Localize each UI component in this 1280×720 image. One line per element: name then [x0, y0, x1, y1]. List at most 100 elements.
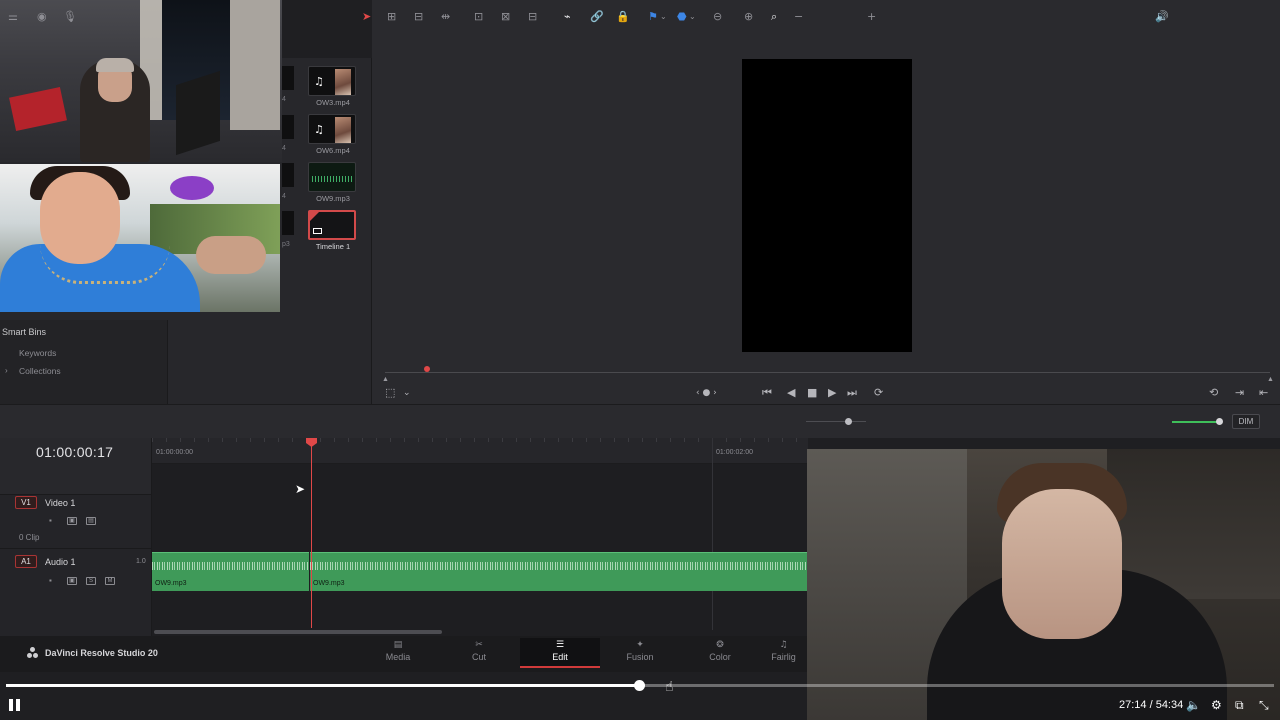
tab-edit[interactable]: ☰ Edit	[520, 638, 600, 668]
match-frame-icon[interactable]: ⟲	[1209, 386, 1218, 400]
audio-clip[interactable]: OW9.mp3	[310, 552, 808, 591]
media-clip[interactable]: OW9.mp3	[308, 162, 358, 203]
play-icon[interactable]: ▶	[828, 386, 836, 400]
timeline-scrollbar[interactable]	[154, 630, 442, 634]
link-icon[interactable]: 🔗	[590, 10, 604, 24]
chevron-down-icon[interactable]: ⌄	[689, 10, 696, 24]
audio-clip[interactable]: OW9.mp3	[152, 552, 309, 591]
tab-media[interactable]: ▤ Media	[358, 638, 438, 668]
clip-name: Timeline 1	[315, 242, 351, 251]
smart-bin-collections[interactable]: Collections	[19, 366, 61, 376]
settings-icon[interactable]: ⚙	[1211, 697, 1222, 713]
fusion-page-icon: ✦	[636, 640, 644, 650]
player-time-display: 27:14 / 54:34	[1119, 699, 1184, 711]
monitor-volume-slider[interactable]	[1172, 421, 1219, 423]
zoom-in-icon[interactable]: +	[867, 10, 876, 24]
microphone-icon[interactable]: 🎙	[63, 10, 77, 24]
track-header-empty	[0, 594, 152, 636]
jump-start-icon[interactable]: ⏮	[762, 386, 772, 400]
dynamic-trim-icon[interactable]: ⊟	[414, 10, 423, 24]
clip-thumbnail	[308, 210, 356, 240]
zoom-slider[interactable]	[806, 421, 866, 422]
clip-name: OW3.mp4	[316, 98, 350, 107]
loop-icon[interactable]: ⟳	[874, 386, 883, 400]
volume-icon[interactable]: 🔈	[1186, 697, 1201, 713]
next-edit-icon[interactable]: ⇥	[1235, 386, 1244, 400]
tab-fairlight[interactable]: ♫ Fairlig	[760, 638, 807, 668]
smart-bin-keywords[interactable]: Keywords	[19, 348, 56, 358]
insert-clip-icon[interactable]: ⊡	[474, 10, 483, 24]
color-page-icon: ❂	[716, 640, 724, 650]
prev-edit-icon[interactable]: ⇤	[1259, 386, 1268, 400]
blade-tool-icon[interactable]: ⇹	[441, 10, 450, 24]
timeline-tracks-area[interactable]	[152, 464, 808, 636]
media-clip[interactable]: ♫ OW3.mp4	[308, 66, 358, 107]
track-header-audio-1: A1 Audio 1 1.0 ▪ ▣ S M	[0, 548, 152, 594]
track-visibility-icon[interactable]: ▤	[86, 517, 96, 525]
clip-thumbnail-partial[interactable]	[282, 115, 294, 139]
step-back-icon[interactable]: ◀	[787, 386, 795, 400]
volume-icon[interactable]: 🔊	[1155, 10, 1169, 24]
clip-thumbnail	[308, 162, 356, 192]
zoom-out-icon[interactable]: −	[794, 10, 803, 24]
snapping-icon[interactable]: ⌁	[564, 10, 571, 24]
lock-track-icon[interactable]: ▪	[49, 516, 52, 525]
viewer-nav-dots[interactable]: ‹ ● ›	[696, 386, 717, 400]
waveform-icon	[312, 176, 352, 182]
tab-cut[interactable]: ✂ Cut	[439, 638, 519, 668]
video-progress-knob[interactable]	[633, 680, 645, 691]
clip-thumbnail-partial[interactable]	[282, 211, 294, 235]
viewer-scrubber[interactable]	[385, 372, 1270, 373]
overwrite-clip-icon[interactable]: ⊠	[501, 10, 510, 24]
dim-button[interactable]: DIM	[1232, 414, 1260, 429]
monitor-volume-knob[interactable]	[1215, 418, 1223, 425]
jump-end-icon[interactable]: ⏭	[847, 386, 857, 400]
timeline-ruler[interactable]	[152, 438, 808, 464]
track-badge-a1[interactable]: A1	[15, 555, 37, 568]
mouse-cursor-icon: ➤	[295, 482, 306, 496]
track-level: 1.0	[136, 558, 146, 565]
media-clip[interactable]: ♫ OW6.mp4	[308, 114, 358, 155]
lock-track-icon[interactable]: ▪	[49, 576, 52, 585]
layout-icon[interactable]: ⚌	[8, 10, 18, 24]
clip-thumbnail-partial[interactable]	[282, 66, 294, 90]
tab-color[interactable]: ❂ Color	[680, 638, 760, 668]
timeline-icon	[313, 228, 322, 234]
music-note-icon: ♫	[314, 75, 324, 88]
crop-dropdown-icon[interactable]: ⌄	[403, 386, 411, 400]
tab-label: Cut	[471, 652, 486, 662]
viewer-canvas[interactable]	[742, 59, 912, 352]
pause-button[interactable]	[9, 699, 21, 711]
auto-select-icon[interactable]: ▣	[67, 517, 77, 525]
zoom-detail-icon[interactable]: ⊕	[744, 10, 753, 24]
zoom-full-icon[interactable]: ⊖	[713, 10, 722, 24]
ruler-gridline	[712, 438, 713, 630]
timeline-playhead[interactable]	[311, 442, 312, 628]
solo-button[interactable]: S	[86, 577, 96, 585]
media-clip[interactable]: Timeline 1	[308, 210, 358, 251]
crop-icon[interactable]: ⬚	[385, 386, 395, 400]
zoom-slider-knob[interactable]	[845, 418, 852, 425]
stop-icon[interactable]: ■	[807, 386, 817, 400]
timeline-toolbar	[0, 404, 1280, 438]
fullscreen-icon[interactable]: ⤡	[1259, 697, 1269, 713]
track-badge-v1[interactable]: V1	[15, 496, 37, 509]
clip-thumbnail-partial[interactable]	[282, 163, 294, 187]
miniplayer-icon[interactable]: ⧉	[1235, 697, 1244, 713]
selection-tool-icon[interactable]: ➤	[362, 10, 371, 24]
eye-icon[interactable]: ◉	[37, 10, 47, 24]
timecode-display[interactable]: 01:00:00:17	[36, 444, 113, 460]
mute-button[interactable]: M	[105, 577, 115, 585]
lock-icon[interactable]: 🔒	[616, 10, 630, 24]
flag-icon[interactable]: ⚑	[648, 10, 658, 24]
chevron-down-icon[interactable]: ⌄	[660, 10, 667, 24]
marker-icon[interactable]: ⬣	[677, 10, 687, 24]
tab-label: Fairlig	[771, 652, 796, 662]
trim-tool-icon[interactable]: ⊞	[387, 10, 396, 24]
replace-clip-icon[interactable]: ⊟	[528, 10, 537, 24]
auto-select-icon[interactable]: ▣	[67, 577, 77, 585]
chevron-right-icon[interactable]: ›	[5, 366, 8, 375]
audio-clip-name: OW9.mp3	[313, 580, 345, 587]
zoom-custom-icon[interactable]: ⌕	[771, 10, 777, 24]
tab-fusion[interactable]: ✦ Fusion	[600, 638, 680, 668]
